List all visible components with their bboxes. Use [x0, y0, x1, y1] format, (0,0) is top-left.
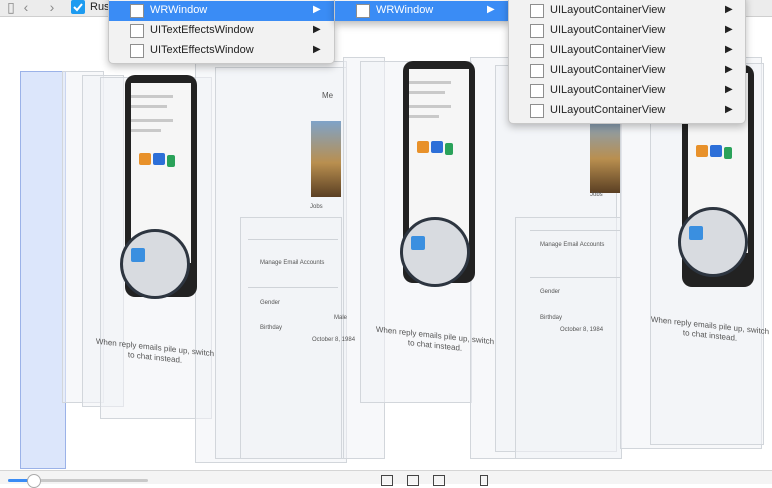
profile-name: Jobs [590, 192, 603, 198]
chat-circle-illustration [400, 217, 470, 287]
layer[interactable] [515, 217, 622, 459]
submenu-arrow-icon: ▶ [313, 44, 321, 55]
profile-name: Jobs [310, 204, 323, 210]
frame-icon[interactable] [381, 475, 393, 486]
menu-item-uilayoutcontainerview[interactable]: UILayoutContainerView ▶ [509, 1, 745, 21]
birthday-value: October 8, 1984 [560, 327, 604, 333]
submenu-arrow-icon: ▶ [725, 4, 733, 15]
submenu-arrow-icon: ▶ [313, 24, 321, 35]
forward-icon[interactable]: › [43, 0, 61, 16]
manage-email-label[interactable]: Manage Email Accounts [260, 260, 324, 266]
checkbox-icon [530, 24, 544, 38]
app-checkbox-icon[interactable] [71, 0, 85, 14]
profile-photo [590, 117, 620, 193]
debug-bottom-bar [0, 470, 772, 488]
checkbox-icon [356, 4, 370, 18]
hierarchy-menu-level-2: WRWindow ▶ [334, 0, 510, 22]
menu-item-uitexteffectswindow[interactable]: UITextEffectsWindow ▶ [109, 21, 334, 41]
checkbox-icon [530, 84, 544, 98]
toolbar-title[interactable]: Rus [90, 1, 110, 13]
gender-label: Gender [540, 289, 561, 295]
checkbox-icon [530, 4, 544, 18]
manage-email-label[interactable]: Manage Email Accounts [540, 242, 604, 248]
chat-circle-illustration [120, 229, 190, 299]
checkbox-icon [530, 44, 544, 58]
content-icon[interactable] [433, 475, 445, 486]
hierarchy-menu-level-1: WRWindow ▶ UITextEffectsWindow ▶ UITextE… [108, 0, 335, 64]
submenu-arrow-icon: ▶ [725, 44, 733, 55]
birthday-label: Birthday [540, 315, 563, 321]
checkbox-icon [130, 4, 144, 18]
checkbox-icon [130, 24, 144, 38]
birthday-label: Birthday [260, 325, 283, 331]
submenu-arrow-icon: ▶ [725, 104, 733, 115]
chat-circle-illustration [678, 207, 748, 277]
submenu-arrow-icon: ▶ [725, 24, 733, 35]
gender-value: Male [334, 315, 348, 321]
menu-item-uilayoutcontainerview[interactable]: UILayoutContainerView ▶ [509, 101, 745, 121]
checkbox-icon [130, 44, 144, 58]
submenu-arrow-icon: ▶ [487, 4, 495, 15]
menu-item-wrwindow[interactable]: WRWindow ▶ [335, 1, 509, 21]
checkbox-icon [530, 64, 544, 78]
orientation-icon[interactable] [480, 475, 488, 486]
menu-item-uitexteffectswindow[interactable]: UITextEffectsWindow ▶ [109, 41, 334, 61]
gender-label: Gender [260, 300, 281, 306]
menu-item-uilayoutcontainerview[interactable]: UILayoutContainerView ▶ [509, 21, 745, 41]
profile-photo [311, 121, 341, 197]
menu-item-uilayoutcontainerview[interactable]: UILayoutContainerView ▶ [509, 41, 745, 61]
menu-item-uilayoutcontainerview[interactable]: UILayoutContainerView ▶ [509, 81, 745, 101]
wireframe-icon[interactable] [407, 475, 419, 486]
submenu-arrow-icon: ▶ [725, 84, 733, 95]
selected-layer[interactable] [20, 71, 66, 469]
menu-item-wrwindow[interactable]: WRWindow ▶ [109, 1, 334, 21]
menu-item-uilayoutcontainerview[interactable]: UILayoutContainerView ▶ [509, 61, 745, 81]
spacing-slider-thumb[interactable] [27, 474, 42, 488]
submenu-arrow-icon: ▶ [725, 64, 733, 75]
profile-header: Me [322, 91, 334, 100]
submenu-arrow-icon: ▶ [313, 4, 321, 15]
birthday-value: October 8, 1984 [312, 337, 356, 343]
hierarchy-menu-level-3: UILayoutContainerView ▶ UILayoutContaine… [508, 0, 746, 124]
checkbox-icon [530, 104, 544, 118]
back-icon[interactable]: ‹ [17, 0, 35, 16]
